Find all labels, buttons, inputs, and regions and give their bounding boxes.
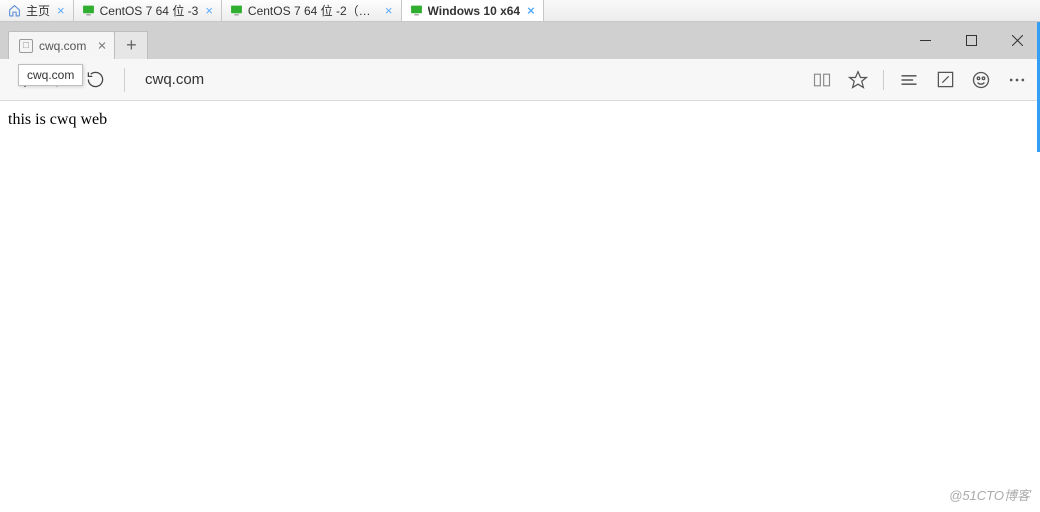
close-icon[interactable]: × xyxy=(57,3,65,18)
favicon-placeholder-icon: ☐ xyxy=(19,39,33,53)
page-text: this is cwq web xyxy=(8,111,107,128)
browser-tab-strip: ☐ cwq.com × + xyxy=(0,22,1040,59)
page-body: this is cwq web xyxy=(0,101,1040,139)
share-button[interactable] xyxy=(970,69,992,91)
favorites-button[interactable] xyxy=(847,69,869,91)
vm-tab-strip: 主页 × CentOS 7 64 位 -3 × CentOS 7 64 位 -2… xyxy=(0,0,1040,22)
vm-tab-home[interactable]: 主页 × xyxy=(0,0,74,21)
monitor-icon xyxy=(410,4,423,17)
monitor-icon xyxy=(230,4,243,17)
separator xyxy=(883,70,884,90)
browser-tab[interactable]: ☐ cwq.com × xyxy=(8,31,115,59)
more-button[interactable] xyxy=(1006,69,1028,91)
vm-tab-label: CentOS 7 64 位 -2（架构专... xyxy=(248,2,378,19)
watermark: @51CTO博客 xyxy=(949,485,1030,504)
vm-tab-windows-10[interactable]: Windows 10 x64 × xyxy=(402,0,544,21)
browser-tab-title: cwq.com xyxy=(39,39,86,53)
vm-tab-label: 主页 xyxy=(26,2,50,19)
close-icon[interactable]: × xyxy=(205,3,213,18)
close-icon[interactable]: × xyxy=(98,37,107,54)
toolbar-right xyxy=(811,69,1028,91)
address-bar[interactable] xyxy=(143,67,797,92)
home-icon xyxy=(8,4,21,17)
window-controls xyxy=(902,22,1040,59)
minimize-button[interactable] xyxy=(902,22,948,59)
new-tab-button[interactable]: + xyxy=(114,31,148,59)
reading-view-button[interactable] xyxy=(811,69,833,91)
tab-tooltip: cwq.com xyxy=(18,64,83,86)
guest-window-area: ☐ cwq.com × + cwq.com xyxy=(0,22,1040,512)
notes-button[interactable] xyxy=(934,69,956,91)
browser-chrome: ☐ cwq.com × + cwq.com xyxy=(0,22,1040,101)
close-icon[interactable]: × xyxy=(385,3,393,18)
close-window-button[interactable] xyxy=(994,22,1040,59)
vm-tab-centos-2[interactable]: CentOS 7 64 位 -2（架构专... × xyxy=(222,0,402,21)
monitor-icon xyxy=(82,4,95,17)
refresh-button[interactable] xyxy=(84,69,106,91)
separator xyxy=(124,68,125,92)
close-icon[interactable]: × xyxy=(527,3,535,18)
vm-tab-label: CentOS 7 64 位 -3 xyxy=(100,2,199,19)
vm-tab-centos-3[interactable]: CentOS 7 64 位 -3 × xyxy=(74,0,222,21)
browser-toolbar xyxy=(0,59,1040,101)
maximize-button[interactable] xyxy=(948,22,994,59)
vm-tab-label: Windows 10 x64 xyxy=(428,4,521,18)
hub-button[interactable] xyxy=(898,69,920,91)
